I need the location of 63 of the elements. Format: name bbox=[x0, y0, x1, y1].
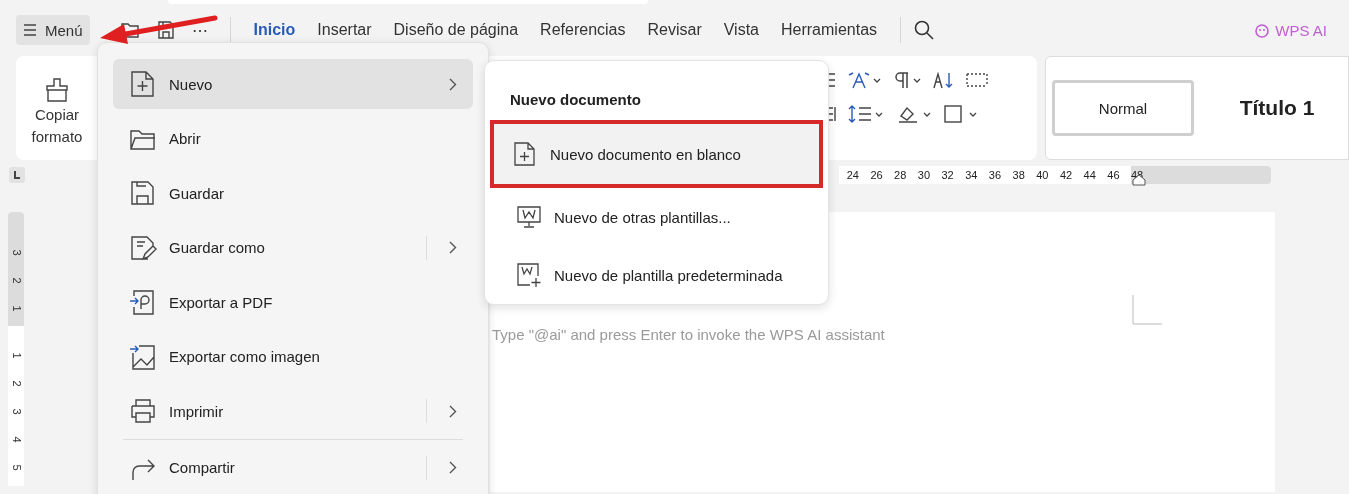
smiley-icon bbox=[1254, 22, 1271, 38]
menu-item[interactable]: Guardar como bbox=[113, 222, 473, 273]
ruler-number: 24 bbox=[845, 169, 860, 181]
submenu-item[interactable]: Nuevo documento en blanco bbox=[490, 120, 823, 188]
brush-icon bbox=[43, 76, 71, 104]
copy-format-button[interactable]: Copiar formato bbox=[16, 56, 98, 160]
ruler-number: 3 bbox=[9, 408, 24, 415]
ribbon-tab[interactable]: Referencias bbox=[529, 21, 637, 39]
template-monitor-icon bbox=[516, 204, 542, 230]
new-file-icon bbox=[129, 70, 157, 98]
ruler-number: 46 bbox=[1106, 169, 1121, 181]
ruler-number: 44 bbox=[1082, 169, 1097, 181]
export-file-icon bbox=[129, 288, 157, 316]
ribbon-tab[interactable]: Herramientas bbox=[770, 21, 889, 39]
search-icon[interactable] bbox=[913, 19, 936, 41]
menu-item[interactable]: Compartir bbox=[113, 442, 473, 493]
menu-item[interactable]: Nuevo bbox=[113, 59, 473, 109]
menu-item[interactable]: Exportar a PDF bbox=[113, 277, 473, 327]
ribbon-tab[interactable]: Inicio bbox=[242, 21, 307, 39]
menu-icon bbox=[23, 23, 37, 37]
ruler-number: 26 bbox=[869, 169, 884, 181]
submenu-item[interactable]: Nuevo de otras plantillas... bbox=[490, 188, 823, 246]
ruler-number: 40 bbox=[1035, 169, 1050, 181]
ribbon-tab[interactable]: Insertar bbox=[306, 21, 383, 39]
ribbon-tab[interactable]: Diseño de página bbox=[382, 21, 530, 39]
ruler-number: 32 bbox=[940, 169, 955, 181]
printer-icon bbox=[129, 397, 157, 425]
line-spacing-icon[interactable] bbox=[847, 104, 885, 124]
ruler-number: 38 bbox=[1011, 169, 1026, 181]
ruler-number: 30 bbox=[916, 169, 932, 181]
ruler-number: 28 bbox=[893, 169, 908, 181]
style-option[interactable]: Normal bbox=[1052, 80, 1194, 136]
export-image-icon bbox=[129, 342, 157, 371]
save-edit-icon bbox=[129, 233, 157, 262]
save-icon[interactable] bbox=[155, 20, 176, 40]
ruler-number: 36 bbox=[987, 169, 1003, 181]
submenu-title: Nuevo documento bbox=[509, 91, 642, 108]
new-file-icon bbox=[512, 141, 538, 167]
menu-item[interactable]: Abrir bbox=[113, 113, 473, 164]
ruler-number: 42 bbox=[1058, 169, 1074, 181]
border-icon[interactable] bbox=[965, 70, 989, 90]
ruler-number: 34 bbox=[964, 169, 979, 181]
menu-item[interactable]: Exportar como imagen bbox=[113, 331, 473, 382]
ruler-number: 2 bbox=[9, 277, 24, 284]
menu-item[interactable]: Imprimir bbox=[113, 386, 473, 436]
ruler-number: 5 bbox=[9, 464, 24, 471]
submenu-item[interactable]: Nuevo de plantilla predeterminada bbox=[490, 246, 823, 304]
menu-button[interactable]: Menú bbox=[16, 15, 90, 45]
tab-stop-icon[interactable] bbox=[9, 167, 25, 183]
ruler-number: 3 bbox=[9, 249, 24, 256]
ribbon-tab[interactable]: Revisar bbox=[636, 21, 713, 39]
margin-mark-icon bbox=[1132, 295, 1162, 325]
save-icon bbox=[129, 179, 157, 207]
more-button[interactable]: ⋯ bbox=[191, 20, 208, 40]
ruler-number: 1 bbox=[9, 352, 24, 359]
ribbon-tab[interactable]: Vista bbox=[712, 21, 770, 39]
ruler-number: 1 bbox=[9, 305, 24, 312]
ruler-number: 2 bbox=[9, 380, 24, 387]
ruler-number: 4 bbox=[9, 436, 24, 443]
sort-icon[interactable] bbox=[931, 70, 955, 90]
menu-item[interactable]: Guardar bbox=[113, 168, 473, 218]
font-size-icon[interactable] bbox=[847, 70, 881, 90]
template-add-icon bbox=[516, 262, 542, 288]
